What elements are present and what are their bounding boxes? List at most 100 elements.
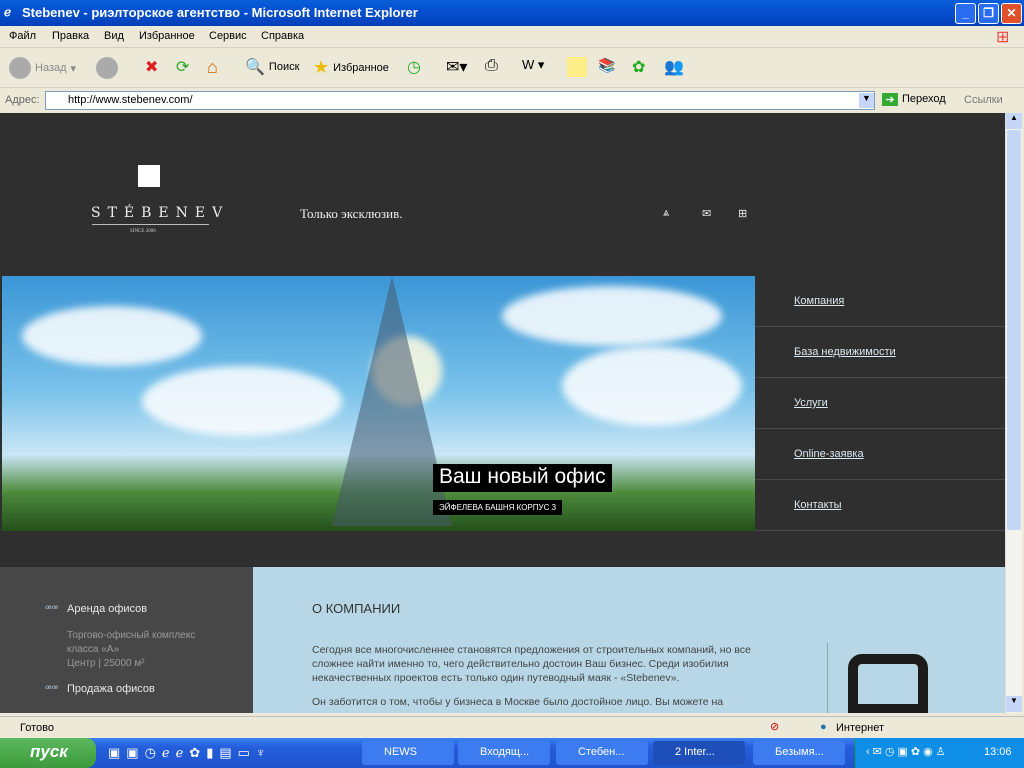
search-button[interactable]: 🔍 Поиск — [245, 57, 299, 77]
minimize-button[interactable]: _ — [955, 3, 976, 24]
star-icon: ★ — [313, 57, 330, 77]
hero-banner: Ваш новый офис ЭЙФЕЛЕВА БАШНЯ КОРПУС 3 — [2, 276, 755, 531]
notes-icon[interactable] — [567, 57, 587, 77]
nav-link-company[interactable]: Компания — [794, 295, 844, 307]
menu-bar: Файл Правка Вид Избранное Сервис Справка… — [0, 26, 1024, 48]
task-ie[interactable]: 2 Inter... — [653, 741, 745, 765]
close-button[interactable]: ✕ — [1001, 3, 1022, 24]
main-nav: Компания База недвижимости Услуги Online… — [755, 276, 1005, 531]
nav-link-online[interactable]: Online-заявка — [794, 448, 864, 460]
menu-edit[interactable]: Правка — [52, 30, 89, 42]
search-label: Поиск — [268, 61, 300, 73]
forward-button[interactable] — [96, 57, 118, 79]
task-inbox[interactable]: Входящ... — [458, 741, 550, 765]
mail-button[interactable]: ✉▾ — [446, 57, 467, 77]
bullet-icon: ꟹꟹ — [44, 684, 57, 695]
address-label: Адрес: — [5, 94, 40, 106]
refresh-button[interactable]: ⟳ — [176, 57, 189, 77]
hero-subcaption[interactable]: ЭЙФЕЛЕВА БАШНЯ КОРПУС 3 — [433, 500, 563, 515]
bullet-icon: ꟹꟹ — [44, 604, 57, 615]
menu-tools[interactable]: Сервис — [209, 30, 247, 42]
menu-help[interactable]: Справка — [261, 30, 304, 42]
nav-link-contacts[interactable]: Контакты — [794, 499, 842, 511]
print-button[interactable]: ⎙ — [485, 57, 498, 75]
divider — [827, 643, 828, 713]
globe-icon: ● — [820, 721, 827, 733]
nav-link-services[interactable]: Услуги — [794, 397, 828, 409]
nav-item-online: Online-заявка — [755, 429, 1005, 480]
nav-item-company: Компания — [755, 276, 1005, 327]
ie-icon: ℯ — [4, 5, 12, 19]
nav-item-services: Услуги — [755, 378, 1005, 429]
nav-link-catalog[interactable]: База недвижимости — [794, 346, 896, 358]
status-text: Готово — [20, 722, 54, 734]
logo-since: SINCE 2006 — [130, 229, 156, 234]
offer-desc-line: Торгово-офисный комплекс класса «А» — [67, 630, 196, 655]
home-button[interactable]: ⌂ — [207, 57, 218, 78]
edit-button[interactable]: W ▾ — [522, 57, 544, 73]
slogan: Только эксклюзив. — [300, 206, 403, 221]
links-button[interactable]: Ссылки — [964, 94, 1003, 106]
go-arrow-icon: ➔ — [882, 93, 898, 106]
messenger-icon[interactable]: 👥 — [664, 57, 684, 77]
zone-text: Интернет — [836, 722, 884, 734]
task-word[interactable]: Стебен... — [556, 741, 648, 765]
scroll-up-icon[interactable]: ▲ — [1006, 113, 1022, 129]
task-news[interactable]: NEWS — [362, 741, 454, 765]
offer-rent-link[interactable]: Аренда офисов — [67, 603, 147, 615]
about-section: О КОМПАНИИ Сегодня все многочисленнее ст… — [253, 567, 1005, 713]
back-button[interactable]: Назад ▾ — [9, 57, 76, 79]
sitemap-icon[interactable]: ⊞ — [738, 207, 747, 220]
go-button[interactable]: ➔ Переход — [882, 93, 946, 106]
nav-item-catalog: База недвижимости — [755, 327, 1005, 378]
offer-sale-link[interactable]: Продажа офисов — [67, 683, 155, 695]
castle-logo-icon — [138, 165, 160, 187]
maximize-button[interactable]: ❐ — [978, 3, 999, 24]
address-input[interactable]: http://www.stebenev.com/ — [45, 91, 875, 110]
history-button[interactable]: ◷ — [407, 57, 421, 77]
page-viewport: STÉBENEV SINCE 2006 Только эксклюзив. ⩓ … — [0, 113, 1005, 713]
research-button[interactable]: 📚 — [598, 57, 615, 74]
icq-icon[interactable]: ✿ — [632, 57, 645, 77]
about-paragraph: Он заботится о том, чтобы у бизнеса в Мо… — [312, 696, 724, 708]
title-bar: ℯ Stebenev - риэлторское агентство - Mic… — [0, 0, 1024, 26]
offer-description: Торгово-офисный комплекс класса «А» Центр… — [67, 629, 197, 671]
home-icon[interactable]: ⩓ — [663, 207, 669, 220]
about-paragraph: Сегодня все многочисленнее становятся пр… — [312, 644, 751, 684]
search-icon: 🔍 — [245, 59, 265, 76]
vertical-scrollbar[interactable]: ▲ ▼ — [1005, 113, 1022, 713]
quick-launch-icons[interactable]: ▣▣◷ℯℯ✿▮▤▭♆ — [108, 745, 272, 761]
offers-sidebar: ꟹꟹ Аренда офисов Торгово-офисный комплек… — [0, 567, 253, 713]
status-bar: Готово ⊘ ● Интернет — [0, 716, 1024, 738]
mail-icon[interactable]: ✉ — [702, 207, 711, 220]
scroll-thumb[interactable] — [1007, 130, 1021, 530]
stop-button[interactable]: ✖ — [145, 57, 158, 77]
hero-caption: Ваш новый офис — [433, 464, 612, 492]
castle-emblem-icon — [848, 654, 928, 713]
menu-view[interactable]: Вид — [104, 30, 124, 42]
privacy-icon[interactable]: ⊘ — [770, 720, 779, 733]
back-label: Назад — [35, 62, 67, 74]
section-title: О КОМПАНИИ — [312, 601, 401, 616]
offer-desc-area: Центр | 25000 м² — [67, 658, 145, 669]
start-button[interactable]: пуск — [0, 738, 96, 768]
menu-favorites[interactable]: Избранное — [139, 30, 195, 42]
window-title: Stebenev - риэлторское агентство - Micro… — [22, 5, 418, 20]
system-tray: ‹✉◷▣✿◉♙ 13:06 — [855, 738, 1024, 768]
address-dropdown-icon[interactable]: ▼ — [859, 93, 874, 108]
favorites-button[interactable]: ★ Избранное — [313, 57, 389, 78]
windows-logo-icon: ⊞ — [996, 29, 1010, 46]
toolbar: Назад ▾ ✖ ⟳ ⌂ 🔍 Поиск ★ Избранное ◷ ✉▾ ⎙ W… — [0, 48, 1024, 88]
site-logo[interactable]: STÉBENEV — [91, 205, 229, 221]
nav-item-contacts: Контакты — [755, 480, 1005, 531]
taskbar: пуск ▣▣◷ℯℯ✿▮▤▭♆ NEWS Входящ... Стебен...… — [0, 738, 1024, 768]
tray-icons[interactable]: ‹✉◷▣✿◉♙ — [866, 745, 949, 758]
forward-arrow-icon — [96, 57, 118, 79]
logo-divider — [92, 224, 209, 225]
address-bar: Адрес: http://www.stebenev.com/ ▼ ➔ Перех… — [0, 89, 1024, 112]
go-label: Переход — [902, 93, 946, 105]
scroll-down-icon[interactable]: ▼ — [1006, 696, 1022, 712]
task-paint[interactable]: Безымя... — [753, 741, 845, 765]
menu-file[interactable]: Файл — [9, 30, 36, 42]
clock[interactable]: 13:06 — [984, 746, 1012, 758]
